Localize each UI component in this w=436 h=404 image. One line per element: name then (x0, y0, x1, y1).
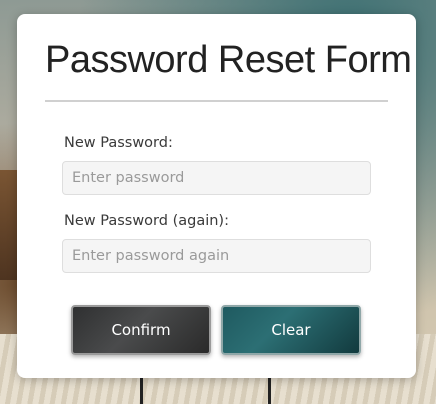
new-password-input[interactable] (62, 161, 371, 195)
new-password-again-input[interactable] (62, 239, 371, 273)
password-reset-card: Password Reset Form New Password: New Pa… (17, 14, 416, 378)
new-password-again-label: New Password (again): (64, 213, 229, 229)
form-title: Password Reset Form (45, 39, 412, 81)
confirm-button[interactable]: Confirm (71, 305, 211, 355)
title-divider (45, 100, 388, 102)
clear-button[interactable]: Clear (221, 305, 361, 355)
new-password-label: New Password: (64, 135, 173, 151)
